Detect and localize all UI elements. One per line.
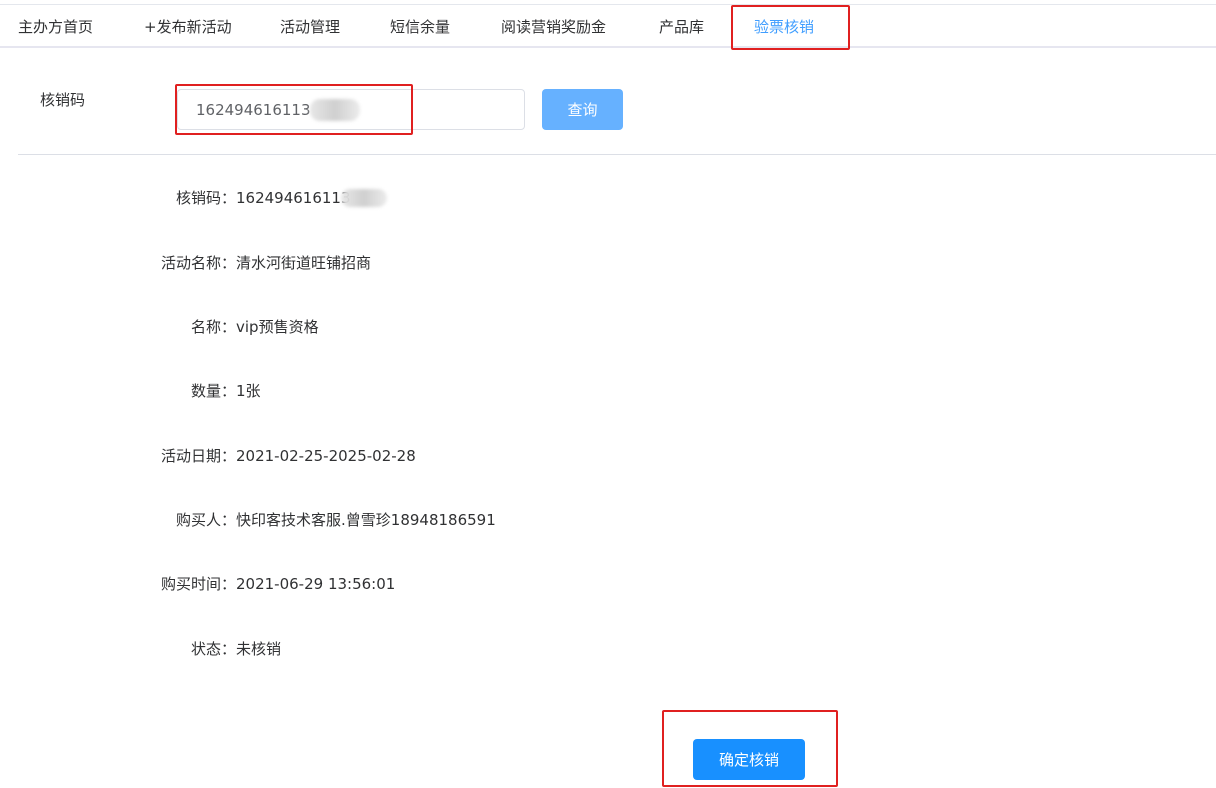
detail-label: 购买人：	[175, 511, 236, 529]
confirm-verify-button[interactable]: 确定核销	[693, 739, 805, 780]
tab-ticket-verification[interactable]: 验票核销	[754, 5, 814, 47]
detail-value: 未核销	[236, 640, 282, 658]
detail-row-buyer: 购买人： 快印客技术客服.曾雪珍18948186591	[0, 509, 1216, 531]
tab-reading-marketing-reward[interactable]: 阅读营销奖励金	[501, 5, 606, 47]
top-nav-tabs: 主办方首页 +发布新活动 活动管理 短信余量 阅读营销奖励金 产品库 验票核销	[0, 4, 1216, 48]
detail-label: 购买时间：	[160, 575, 236, 593]
detail-row-quantity: 数量： 1张	[0, 380, 1216, 402]
detail-row-status: 状态： 未核销	[0, 638, 1216, 660]
detail-value: 快印客技术客服.曾雪珍18948186591	[236, 511, 496, 529]
detail-value: 2021-02-25-2025-02-28	[236, 447, 416, 465]
detail-label: 活动名称：	[160, 254, 236, 272]
detail-label: 核销码：	[175, 189, 236, 207]
verification-code-input[interactable]	[177, 89, 525, 130]
detail-value: 162494616113	[236, 189, 351, 207]
verification-code-label: 核销码	[40, 91, 86, 109]
detail-row-code: 核销码： 162494616113	[0, 187, 1216, 209]
detail-row-activity-date: 活动日期： 2021-02-25-2025-02-28	[0, 445, 1216, 467]
detail-label: 名称：	[190, 318, 236, 336]
query-button[interactable]: 查询	[542, 89, 623, 130]
verify-ticket-page: 主办方首页 +发布新活动 活动管理 短信余量 阅读营销奖励金 产品库 验票核销 …	[0, 0, 1216, 788]
tab-activity-management[interactable]: 活动管理	[280, 5, 340, 47]
tab-organizer-home[interactable]: 主办方首页	[18, 5, 93, 47]
tab-product-library[interactable]: 产品库	[659, 5, 704, 47]
detail-label: 数量：	[190, 382, 236, 400]
detail-label: 状态：	[190, 640, 236, 658]
detail-row-activity-name: 活动名称： 清水河街道旺铺招商	[0, 252, 1216, 274]
section-divider	[18, 154, 1216, 155]
detail-value: 2021-06-29 13:56:01	[236, 575, 396, 593]
detail-value: 1张	[236, 382, 261, 400]
detail-row-purchase-time: 购买时间： 2021-06-29 13:56:01	[0, 573, 1216, 595]
tab-sms-balance[interactable]: 短信余量	[390, 5, 450, 47]
detail-label: 活动日期：	[160, 447, 236, 465]
detail-value: 清水河街道旺铺招商	[236, 254, 372, 272]
detail-value: vip预售资格	[236, 318, 319, 336]
tab-publish-activity[interactable]: +发布新活动	[144, 5, 232, 47]
detail-row-name: 名称： vip预售资格	[0, 316, 1216, 338]
